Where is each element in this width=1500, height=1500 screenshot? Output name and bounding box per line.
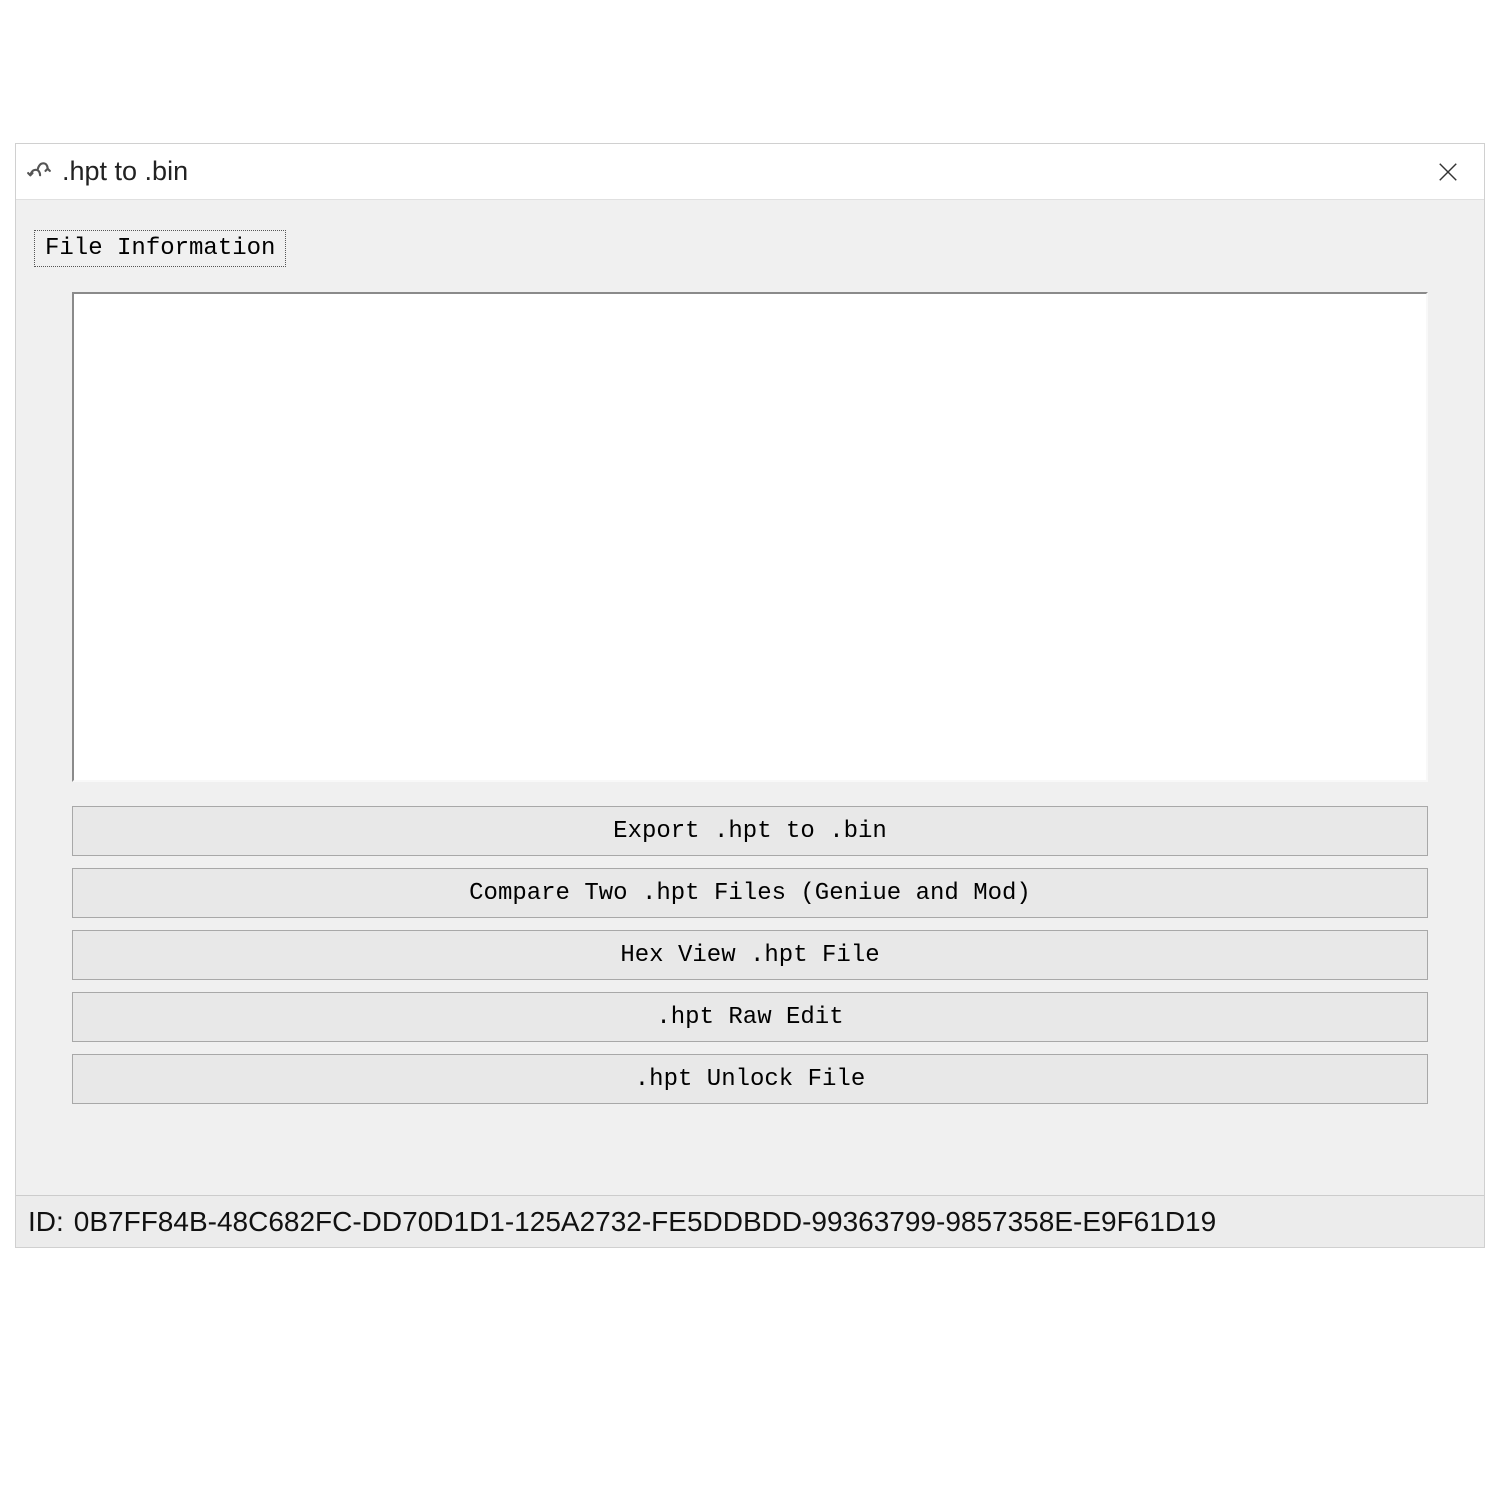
- content-panel: Export .hpt to .bin Compare Two .hpt Fil…: [72, 292, 1428, 1104]
- id-value: 0B7FF84B-48C682FC-DD70D1D1-125A2732-FE5D…: [74, 1206, 1216, 1238]
- app-window: .hpt to .bin File Information Export .hp…: [15, 143, 1485, 1248]
- file-info-textbox[interactable]: [72, 292, 1428, 782]
- close-button[interactable]: [1428, 152, 1468, 192]
- export-button[interactable]: Export .hpt to .bin: [72, 806, 1428, 856]
- compare-button[interactable]: Compare Two .hpt Files (Geniue and Mod): [72, 868, 1428, 918]
- app-icon: [26, 159, 52, 185]
- raw-edit-button[interactable]: .hpt Raw Edit: [72, 992, 1428, 1042]
- window-title: .hpt to .bin: [62, 156, 188, 187]
- client-area: File Information Export .hpt to .bin Com…: [16, 200, 1484, 1195]
- id-label: ID:: [28, 1206, 64, 1238]
- title-bar: .hpt to .bin: [16, 144, 1484, 200]
- button-stack: Export .hpt to .bin Compare Two .hpt Fil…: [72, 806, 1428, 1104]
- hex-view-button[interactable]: Hex View .hpt File: [72, 930, 1428, 980]
- status-bar: ID: 0B7FF84B-48C682FC-DD70D1D1-125A2732-…: [16, 1195, 1484, 1247]
- close-icon: [1437, 161, 1459, 183]
- unlock-button[interactable]: .hpt Unlock File: [72, 1054, 1428, 1104]
- tab-file-information[interactable]: File Information: [34, 230, 286, 267]
